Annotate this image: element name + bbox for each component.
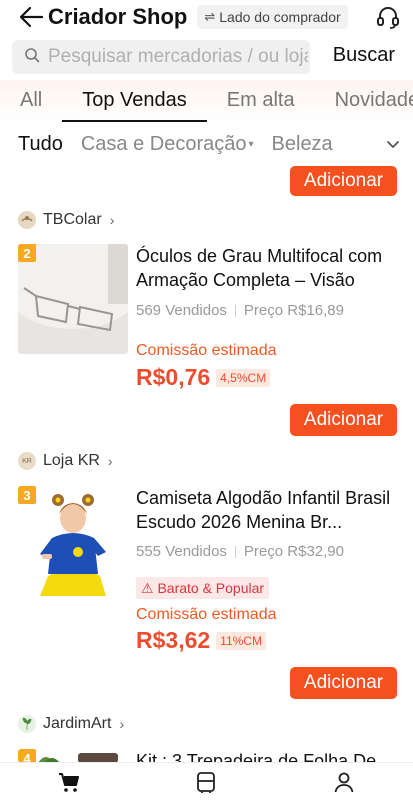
caret-down-icon: ▾ [248, 138, 254, 150]
tab-novidades[interactable]: Novidades [315, 80, 413, 122]
product-title[interactable]: Kit : 3 Trepadeira de Folha De [136, 749, 398, 763]
headset-icon[interactable] [375, 4, 401, 30]
product-title[interactable]: Óculos de Grau Multifocal com Armação Co… [136, 244, 398, 292]
commission-value-row: R$0,76 4,5%CM [136, 364, 271, 391]
product-price: Preço R$16,89 [243, 302, 344, 319]
sold-count: 555 Vendidos [136, 543, 227, 560]
shop-logo: KR [18, 452, 36, 470]
product-meta: 555 Vendidos Preço R$32,90 [136, 543, 344, 560]
category-label: Casa e Decoração [80, 132, 247, 155]
search-input[interactable] [48, 46, 308, 68]
rank-badge: 3 [18, 486, 36, 504]
category-casa-decoracao[interactable]: Casa e Decoração ▾ [81, 133, 254, 156]
product-image[interactable]: 3 [18, 486, 128, 596]
divider [234, 546, 236, 559]
chevron-right-icon: › [107, 453, 113, 469]
shop-row-jardimart[interactable]: JardimArt › [18, 713, 124, 735]
commission-rate-badge: 4,5%CM [216, 368, 271, 387]
list-icon[interactable] [193, 769, 219, 795]
popular-tag: ⚠ Barato & Popular [136, 577, 270, 599]
shop-name: Loja KR [43, 452, 100, 469]
product-price: Preço R$32,90 [243, 543, 344, 560]
product-image[interactable]: 4 [18, 749, 128, 763]
shop-logo [18, 211, 36, 229]
search-row: Buscar [0, 40, 413, 76]
commission-label: Comissão estimada [136, 606, 277, 623]
back-arrow-icon[interactable] [18, 3, 46, 31]
tab-top-vendas[interactable]: Top Vendas [62, 80, 207, 122]
rank-badge: 2 [18, 244, 36, 262]
commission-value-row: R$3,62 11%CM [136, 627, 266, 654]
cart-icon[interactable] [56, 769, 82, 795]
person-icon[interactable] [331, 769, 357, 795]
product-meta: 569 Vendidos Preço R$16,89 [136, 302, 344, 319]
category-tudo[interactable]: Tudo [18, 133, 63, 156]
chevron-down-icon[interactable] [373, 124, 413, 164]
shop-row-loja-kr[interactable]: KR Loja KR › [18, 450, 113, 472]
tab-all[interactable]: All [0, 80, 62, 122]
add-button[interactable]: Adicionar [290, 404, 397, 436]
commission-label: Comissão estimada [136, 342, 277, 359]
commission-rate-badge: 11%CM [216, 631, 266, 650]
shop-name: JardimArt [43, 715, 112, 732]
search-box[interactable] [12, 40, 310, 74]
category-bar: Tudo Casa e Decoração ▾ Beleza [0, 124, 413, 164]
buyer-side-label: Lado do comprador [219, 9, 341, 25]
commission-value: R$3,62 [136, 627, 211, 653]
page-title: Criador Shop [48, 4, 188, 29]
shop-row-tbcolar[interactable]: TBColar › [18, 209, 114, 231]
add-button[interactable]: Adicionar [290, 166, 397, 196]
chevron-right-icon: › [109, 212, 115, 228]
tab-bar: All Top Vendas Em alta Novidades [0, 80, 413, 122]
shop-logo [18, 715, 36, 733]
commission-value: R$0,76 [136, 364, 211, 390]
rank-badge: 4 [18, 749, 36, 763]
product-title[interactable]: Camiseta Algodão Infantil Brasil Escudo … [136, 486, 398, 534]
header-bar: Criador Shop ⇌ Lado do comprador [0, 0, 413, 34]
bottom-nav [0, 762, 413, 800]
product-image[interactable]: 2 [18, 244, 128, 354]
chevron-right-icon: › [119, 716, 125, 732]
tab-em-alta[interactable]: Em alta [207, 80, 315, 122]
divider [234, 305, 236, 318]
add-button[interactable]: Adicionar [290, 667, 397, 699]
search-icon [24, 47, 40, 68]
search-button[interactable]: Buscar [333, 44, 395, 67]
shop-name: TBColar [43, 211, 102, 228]
swap-icon: ⇌ [204, 9, 216, 24]
sold-count: 569 Vendidos [136, 302, 227, 319]
category-beleza[interactable]: Beleza [272, 133, 333, 156]
buyer-side-toggle[interactable]: ⇌ Lado do comprador [197, 5, 348, 29]
